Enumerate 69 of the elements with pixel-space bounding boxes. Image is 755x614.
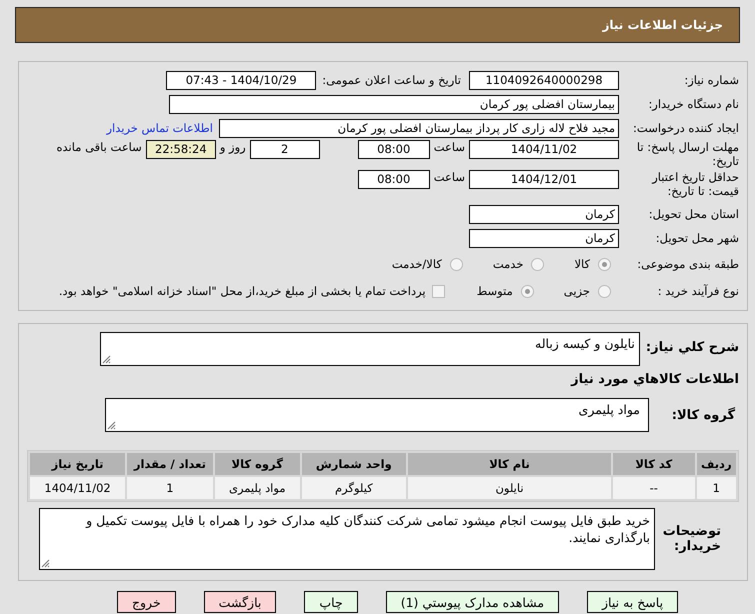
field-label: حداقل تاریخ اعتبار قیمت: تا تاریخ: [650,170,739,198]
radio-label: کالا/خدمت [392,257,442,271]
resize-grip-icon[interactable] [41,559,50,568]
page-title: جزئیات اطلاعات نیاز [602,18,723,32]
table-cell: -- [612,477,695,499]
action-button[interactable]: بازگشت [204,591,276,613]
radio-label: جزیی [564,284,590,298]
time-field: 08:00 [358,140,430,159]
time-field: 08:00 [358,170,430,189]
field-label: نوع فرآیند خرید : [656,284,739,298]
resize-grip-icon[interactable] [102,355,111,364]
column-header: کد کالا [612,453,695,475]
radio-button[interactable] [598,258,611,270]
radio-button[interactable] [531,258,544,270]
field-label: گروه کالا: [670,408,735,422]
need-number-field: 1104092640000298 [469,70,619,90]
section-heading: اطلاعات کالاهاي مورد نیاز [571,372,739,386]
table-cell: مواد پلیمری [214,477,300,499]
table-cell: نایلون [408,477,611,499]
action-button[interactable]: پاسخ به نیاز [587,591,678,613]
radio-button[interactable] [520,284,534,298]
announce-date-field: 1404/10/29 - 07:43 [166,70,316,90]
checkbox[interactable] [432,284,445,298]
buyer-notes-field: خرید طبق فایل پیوست انجام میشود تمامی شرکت کنندگان کلیه مدارک خود را همراه با فایل پیوست تکمیل و بارگذاری نمایند. [39,508,655,570]
date-field: 1404/11/02 [469,140,619,159]
column-header: نام کالا [408,453,611,475]
radio-label: خدمت [492,257,524,271]
remaining-label: ساعت باقی مانده [56,140,142,154]
days-label: روز و [220,140,246,154]
field-label: نام دستگاه خریدار: [647,97,739,111]
treasury-note: پرداخت تمام یا بخشی از مبلغ خرید،از محل "اسناد خزانه اسلامی" خواهد بود. [58,284,426,298]
buyer-field: بیمارستان افضلی پور کرمان [169,94,619,114]
action-button[interactable]: خروج [116,591,176,613]
table-cell: 1 [127,477,213,499]
time-label: ساعت [434,170,465,184]
column-header: تاریخ نیاز [30,453,126,475]
field-label: ایجاد کننده درخواست: [632,121,739,135]
time-label: ساعت [434,140,465,154]
field-label: شماره نیاز: [683,73,739,87]
column-header: واحد شمارش [302,453,406,475]
table-cell: 1404/11/02 [30,477,126,499]
city-field: کرمان [469,228,619,248]
creator-field: مجید فلاح لاله زاری کار پرداز بیمارستان افضلی پور کرمان [219,118,619,138]
date-field: 1404/12/01 [469,170,619,189]
remaining-time-field: 22:58:24 [146,140,216,159]
radio-button[interactable] [450,258,463,270]
action-button[interactable]: مشاهده مدارک پیوستي (1) [386,591,560,613]
resize-grip-icon[interactable] [107,421,116,430]
field-label: استان محل تحویل: [648,207,739,221]
description-field: نایلون و کیسه زباله [100,332,640,366]
field-label: شهر محل تحویل: [654,231,739,245]
radio-label: متوسط [476,284,513,298]
field-label: شرح کلي نیاز: [646,339,739,355]
action-button[interactable]: چاپ [304,591,358,613]
column-header: ردیف [696,453,736,475]
radio-button[interactable] [598,284,611,298]
province-field: کرمان [469,204,619,224]
column-header: تعداد / مقدار [127,453,213,475]
field-label: مهلت ارسال پاسخ: تا تاریخ: [636,140,739,168]
table-cell: 1 [696,477,736,499]
field-label: تاریخ و ساعت اعلان عمومی: [322,73,461,87]
field-label: طبقه بندی موضوعی: [636,257,739,271]
goods-group-field: مواد پلیمری [105,398,649,432]
field-label: توضیحات خریدار: [662,524,721,554]
contact-link[interactable]: اطلاعات تماس خریدار [106,121,213,135]
days-field: 2 [250,140,320,159]
column-header: گروه کالا [214,453,300,475]
table-cell: کیلوگرم [302,477,406,499]
radio-label: کالا [574,257,590,271]
